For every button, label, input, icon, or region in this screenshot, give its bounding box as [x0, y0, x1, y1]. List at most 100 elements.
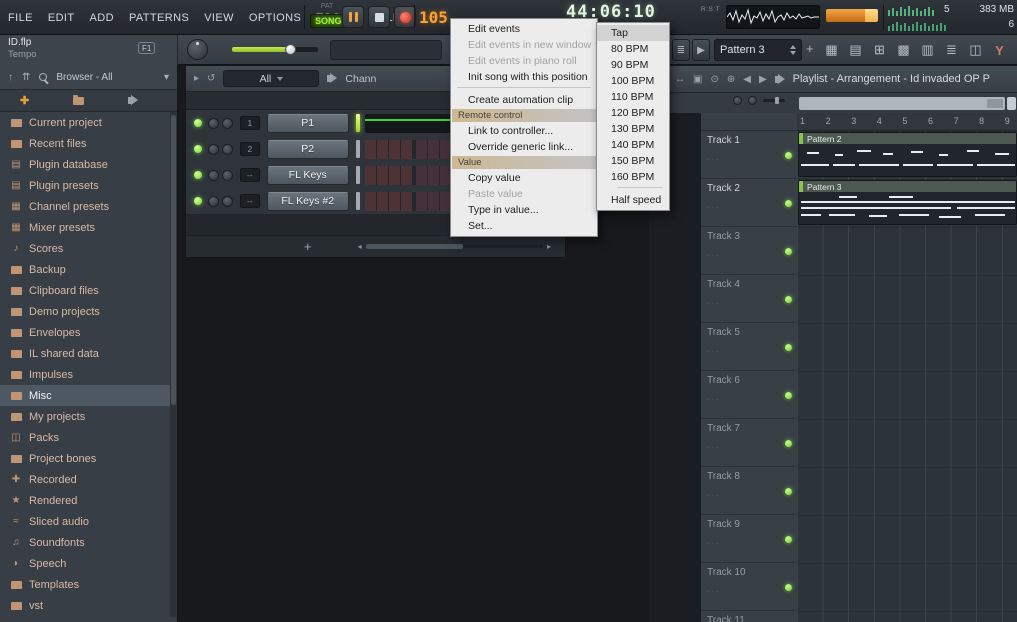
browser-view-icon[interactable]: ▥ [920, 42, 935, 58]
browser-item[interactable]: vst [0, 595, 177, 616]
track-enable-led[interactable] [785, 392, 792, 399]
track-options[interactable]: ··· [707, 203, 721, 212]
bpm-menu-item[interactable]: Tap [597, 25, 669, 41]
track-options[interactable]: ··· [707, 155, 721, 164]
channel-pan-knob[interactable] [208, 196, 219, 207]
next-arrangement-icon[interactable]: ▶ [759, 74, 767, 85]
stop-button[interactable] [368, 6, 390, 28]
clip-header[interactable]: Pattern 3 [799, 181, 1016, 192]
search-icon[interactable] [39, 73, 47, 81]
menu-item[interactable]: PATTERNS [129, 12, 189, 24]
track-header[interactable]: Track 11 ··· [701, 611, 797, 622]
scroll-handle[interactable] [366, 244, 464, 249]
browser-item[interactable]: ▤ Plugin presets [0, 175, 177, 196]
pattern-clip[interactable]: Pattern 3 [798, 180, 1017, 225]
prev-arrangement-icon[interactable]: ◀ [743, 74, 751, 85]
bpm-menu-item[interactable]: 130 BPM [597, 121, 669, 137]
browser-item[interactable]: IL shared data [0, 343, 177, 364]
bpm-menu-item[interactable]: 80 BPM [597, 41, 669, 57]
channel-enable-led[interactable] [194, 145, 202, 153]
browser-item[interactable]: ≈ Sliced audio [0, 511, 177, 532]
timeline-ruler[interactable]: 123456789 [797, 113, 1017, 131]
add-arrangement-icon[interactable]: ⊕ [727, 74, 735, 85]
plugin-picker-icon[interactable]: ≣ [944, 42, 959, 58]
playlist-horizontal-scrollbar[interactable] [799, 97, 1005, 110]
zoom-icon[interactable]: ⊙ [710, 74, 718, 85]
clip-header[interactable]: Pattern 2 [799, 133, 1016, 144]
track-enable-led[interactable] [785, 344, 792, 351]
browser-scrollbar[interactable] [170, 112, 177, 617]
files-tab-icon[interactable] [73, 97, 84, 105]
browser-item[interactable]: ▤ Plugin database [0, 154, 177, 175]
browser-item[interactable]: Clipboard files [0, 280, 177, 301]
scroll-left-icon[interactable]: ◂ [358, 242, 362, 251]
menu-item[interactable]: ADD [90, 12, 114, 24]
bpm-menu-item[interactable]: 110 BPM [597, 89, 669, 105]
channel-enable-led[interactable] [194, 197, 202, 205]
menu-item[interactable]: OPTIONS [249, 12, 301, 24]
browser-menu-icon[interactable]: ▾ [164, 72, 169, 83]
track-header[interactable]: Track 1 ··· [701, 131, 797, 179]
piano-roll-icon[interactable]: ▤ [848, 42, 863, 58]
pattern-clip[interactable]: Pattern 2 [798, 132, 1017, 177]
browser-item[interactable]: Recent files [0, 133, 177, 154]
track-header[interactable]: Track 9 ··· [701, 515, 797, 563]
track-header[interactable]: Track 2 ··· [701, 179, 797, 227]
track-header[interactable]: Track 4 ··· [701, 275, 797, 323]
rack-menu-icon[interactable]: ▸ [194, 73, 199, 84]
channel-volume-knob[interactable] [222, 170, 233, 181]
browser-item[interactable]: Impulses [0, 364, 177, 385]
track-enable-led[interactable] [785, 296, 792, 303]
up-level-icon[interactable]: ⇈ [22, 72, 30, 83]
browser-item[interactable]: ▦ Channel presets [0, 196, 177, 217]
browser-item[interactable]: Envelopes [0, 322, 177, 343]
scrollbar-handle[interactable] [171, 115, 176, 405]
track-header[interactable]: Track 3 ··· [701, 227, 797, 275]
bpm-menu-item[interactable]: 150 BPM [597, 153, 669, 169]
browser-item[interactable]: My projects [0, 406, 177, 427]
track-enable-led[interactable] [785, 200, 792, 207]
channel-enable-led[interactable] [194, 171, 202, 179]
channel-volume-knob[interactable] [222, 144, 233, 155]
browser-item[interactable]: Project bones [0, 448, 177, 469]
track-options[interactable]: ··· [707, 443, 721, 452]
context-menu-item[interactable]: Edit events in new window [451, 37, 597, 53]
channel-enable-led[interactable] [194, 119, 202, 127]
back-arrow-icon[interactable]: ↑ [8, 72, 13, 83]
menu-item[interactable]: VIEW [204, 12, 234, 24]
track-enable-led[interactable] [785, 248, 792, 255]
bpm-menu-item[interactable]: Half speed [597, 192, 669, 208]
tuning-icon[interactable]: Y [992, 43, 1007, 58]
context-menu-item[interactable]: Edit events in piano roll [451, 53, 597, 69]
slider-thumb[interactable] [285, 44, 296, 55]
channel-rack-icon[interactable]: ⊞ [872, 42, 887, 58]
track-header[interactable]: Track 7 ··· [701, 419, 797, 467]
browser-item[interactable]: Templates [0, 574, 177, 595]
track-options[interactable]: ··· [707, 395, 721, 404]
track-enable-led[interactable] [785, 152, 792, 159]
browser-item[interactable]: Misc [0, 385, 177, 406]
touch-keyboard-icon[interactable]: ◫ [968, 42, 983, 58]
track-header[interactable]: Track 8 ··· [701, 467, 797, 515]
track-enable-led[interactable] [785, 536, 792, 543]
channel-name-button[interactable]: FL Keys #2 [267, 192, 349, 211]
sounds-tab-icon[interactable] [128, 97, 132, 104]
browser-item[interactable]: Demo projects [0, 301, 177, 322]
context-menu-item[interactable]: Create automation clip [451, 92, 597, 108]
menu-item[interactable]: EDIT [48, 12, 75, 24]
channel-select-indicator[interactable] [356, 192, 360, 210]
pause-button[interactable] [342, 6, 364, 28]
browser-item[interactable]: ◫ Packs [0, 427, 177, 448]
browser-item[interactable]: ◗ Speech [0, 553, 177, 574]
mini-knob[interactable] [748, 96, 757, 105]
track-enable-led[interactable] [785, 584, 792, 591]
pattern-selector[interactable]: Pattern 3 [714, 39, 802, 61]
channel-name-button[interactable]: P2 [267, 140, 349, 159]
scrollbar-grip[interactable] [987, 99, 1003, 108]
bpm-menu-item[interactable]: 100 BPM [597, 73, 669, 89]
context-menu-item[interactable]: Override generic link... [451, 139, 597, 155]
pat-mode-button[interactable]: PAT [310, 3, 344, 10]
browser-item[interactable]: ♪ Scores [0, 238, 177, 259]
grid-snap-icon[interactable]: ▣ [693, 74, 702, 85]
rack-swing-icon[interactable]: ↺ [207, 73, 215, 84]
